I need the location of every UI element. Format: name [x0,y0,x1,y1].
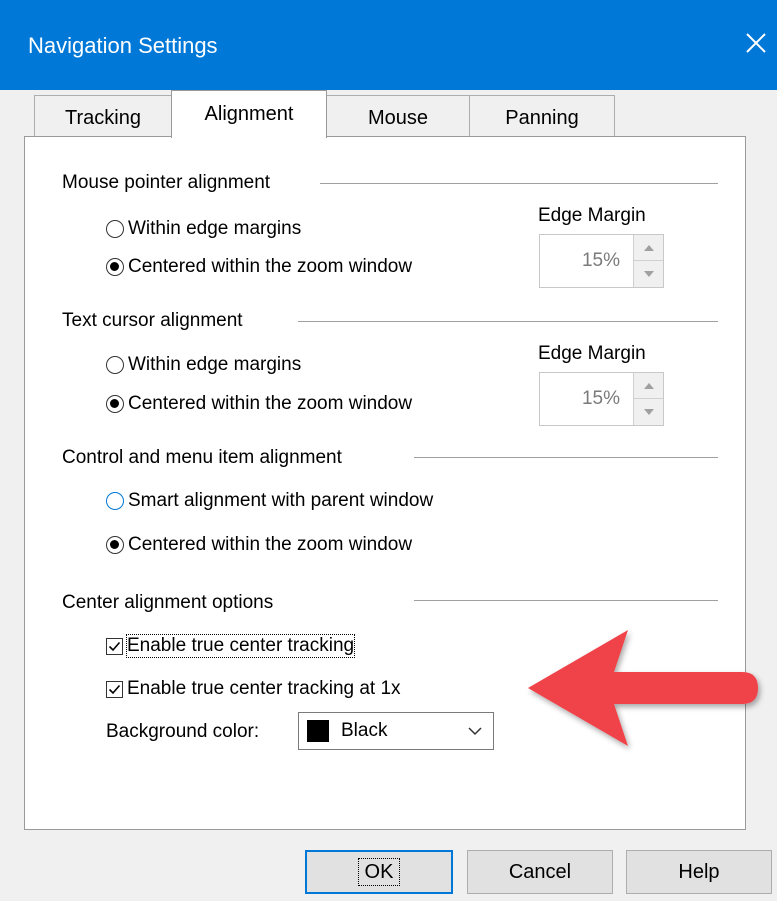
title-bar: Navigation Settings [0,0,777,90]
ok-button[interactable]: OK [305,850,453,894]
cancel-button[interactable]: Cancel [467,850,613,894]
window-title: Navigation Settings [28,33,218,58]
tab-panning[interactable]: Panning [469,95,615,137]
help-button[interactable]: Help [626,850,772,894]
tab-mouse[interactable]: Mouse [326,95,470,137]
ok-button-label: OK [357,858,401,886]
close-icon[interactable] [744,31,768,55]
tab-alignment[interactable]: Alignment [171,90,327,138]
tab-tracking[interactable]: Tracking [34,95,172,137]
annotation-arrow-icon [528,630,758,746]
